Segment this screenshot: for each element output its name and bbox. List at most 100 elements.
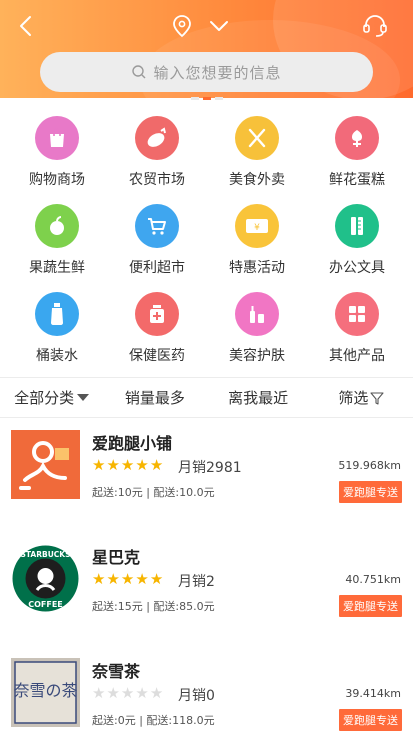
- star-icon: ★: [120, 684, 135, 702]
- category-other-products[interactable]: 其他产品: [307, 288, 407, 376]
- monthly-sales: 月销2981: [178, 460, 242, 476]
- star-icon: ★: [120, 456, 135, 474]
- category-health-medicine[interactable]: 保健医药: [107, 288, 207, 376]
- banner-indicator: [0, 97, 413, 101]
- filter-label: 销量最多: [124, 389, 185, 407]
- category-label: 保健医药: [129, 348, 185, 364]
- category-flowers-cakes[interactable]: 鲜花蛋糕: [307, 112, 407, 200]
- star-icon: ★: [120, 570, 135, 588]
- filter-all-categories[interactable]: 全部分类: [0, 387, 103, 408]
- shop-logo: STARBUCKS COFFEE: [11, 544, 80, 613]
- water-bottle-icon: [35, 292, 79, 336]
- filter-most-sales[interactable]: 销量最多: [103, 387, 206, 408]
- category-label: 美容护肤: [229, 348, 285, 364]
- location-icon[interactable]: [171, 14, 193, 38]
- category-office-supplies[interactable]: 办公文具: [307, 200, 407, 288]
- star-icon: ★: [92, 570, 106, 588]
- monthly-sales: 月销0: [178, 688, 215, 704]
- distance: 519.968km: [338, 459, 401, 472]
- medicine-icon: [135, 292, 179, 336]
- eggplant-icon: [135, 116, 179, 160]
- shop-logo: [11, 430, 80, 499]
- star-icon: ★: [92, 456, 106, 474]
- category-food-delivery[interactable]: 美食外卖: [207, 112, 307, 200]
- category-farmers-market[interactable]: 农贸市场: [107, 112, 207, 200]
- filter-bar: 全部分类 销量最多 离我最近 筛选: [0, 377, 413, 418]
- category-label: 特惠活动: [229, 260, 285, 276]
- star-icon: ★: [149, 456, 164, 474]
- category-grid: 购物商场 农贸市场 美食外卖 鲜花蛋糕 果蔬生鲜 便利超市 ¥ 特惠活动 办公文…: [0, 112, 413, 376]
- category-label: 便利超市: [129, 260, 185, 276]
- filter-label: 筛选: [338, 389, 369, 407]
- star-icon: ★: [92, 684, 106, 702]
- shop-list-item[interactable]: 奈雪の茶 奈雪茶 ★ ★ ★ ★ ★ 月销0 起送:0元 | 配送:118.0元…: [0, 658, 413, 754]
- filter-button[interactable]: 筛选: [310, 387, 413, 408]
- category-label: 桶装水: [36, 348, 78, 364]
- funnel-icon: [370, 391, 384, 405]
- filter-label: 全部分类: [14, 389, 75, 407]
- coupon-icon: ¥: [235, 204, 279, 248]
- star-icon: ★: [135, 456, 149, 474]
- category-label: 鲜花蛋糕: [329, 172, 385, 188]
- shopping-bag-icon: [35, 116, 79, 160]
- chevron-down-icon[interactable]: [207, 14, 231, 38]
- star-icon: ★: [135, 570, 149, 588]
- star-icon: ★: [106, 570, 120, 588]
- category-label: 办公文具: [329, 260, 385, 276]
- category-label: 其他产品: [329, 348, 385, 364]
- monthly-sales: 月销2: [178, 574, 215, 590]
- category-beauty-skincare[interactable]: 美容护肤: [207, 288, 307, 376]
- rating-stars: ★ ★ ★ ★ ★: [92, 458, 163, 473]
- star-icon: ★: [135, 684, 149, 702]
- header-bar: 输入您想要的信息: [0, 0, 413, 98]
- triangle-down-icon: [77, 394, 90, 401]
- category-fresh-produce[interactable]: 果蔬生鲜: [7, 200, 107, 288]
- apple-icon: [35, 204, 79, 248]
- back-icon[interactable]: [14, 13, 40, 39]
- flower-icon: [335, 116, 379, 160]
- cosmetics-icon: [235, 292, 279, 336]
- category-shopping-mall[interactable]: 购物商场: [7, 112, 107, 200]
- delivery-fee: 起送:0元 | 配送:118.0元: [92, 714, 215, 727]
- cutlery-icon: [235, 116, 279, 160]
- shop-name: 星巴克: [92, 548, 141, 567]
- shop-list-item[interactable]: 爱跑腿小铺 ★ ★ ★ ★ ★ 月销2981 起送:10元 | 配送:10.0元…: [0, 430, 413, 526]
- rating-stars: ★ ★ ★ ★ ★: [92, 572, 163, 587]
- filter-nearest[interactable]: 离我最近: [207, 387, 310, 408]
- category-label: 果蔬生鲜: [29, 260, 85, 276]
- rating-stars: ★ ★ ★ ★ ★: [92, 686, 163, 701]
- shop-name: 奈雪茶: [92, 662, 141, 681]
- category-special-offers[interactable]: ¥ 特惠活动: [207, 200, 307, 288]
- category-bottled-water[interactable]: 桶装水: [7, 288, 107, 376]
- grid-icon: [335, 292, 379, 336]
- delivery-fee: 起送:10元 | 配送:10.0元: [92, 486, 215, 499]
- shop-name: 爱跑腿小铺: [92, 434, 173, 453]
- star-icon: ★: [149, 684, 164, 702]
- svg-text:¥: ¥: [254, 223, 260, 233]
- star-icon: ★: [149, 570, 164, 588]
- cart-icon: [135, 204, 179, 248]
- delivery-fee: 起送:15元 | 配送:85.0元: [92, 600, 215, 613]
- delivery-tag: 爱跑腿专送: [339, 481, 402, 503]
- delivery-tag: 爱跑腿专送: [339, 709, 402, 731]
- pencil-ruler-icon: [335, 204, 379, 248]
- category-label: 美食外卖: [229, 172, 285, 188]
- category-label: 农贸市场: [129, 172, 185, 188]
- search-icon: [132, 65, 146, 79]
- distance: 39.414km: [345, 687, 401, 700]
- category-convenience-store[interactable]: 便利超市: [107, 200, 207, 288]
- filter-label: 离我最近: [228, 389, 289, 407]
- svg-text:COFFEE: COFFEE: [28, 600, 63, 609]
- delivery-tag: 爱跑腿专送: [339, 595, 402, 617]
- search-placeholder: 输入您想要的信息: [153, 63, 282, 82]
- customer-service-icon[interactable]: [361, 12, 389, 40]
- star-icon: ★: [106, 684, 120, 702]
- search-input[interactable]: 输入您想要的信息: [40, 52, 373, 92]
- star-icon: ★: [106, 456, 120, 474]
- svg-text:奈雪の茶: 奈雪の茶: [13, 681, 77, 700]
- category-label: 购物商场: [29, 172, 85, 188]
- distance: 40.751km: [345, 573, 401, 586]
- shop-logo: 奈雪の茶: [11, 658, 80, 727]
- shop-list-item[interactable]: STARBUCKS COFFEE 星巴克 ★ ★ ★ ★ ★ 月销2 起送:15元…: [0, 544, 413, 640]
- svg-text:STARBUCKS: STARBUCKS: [20, 550, 70, 559]
